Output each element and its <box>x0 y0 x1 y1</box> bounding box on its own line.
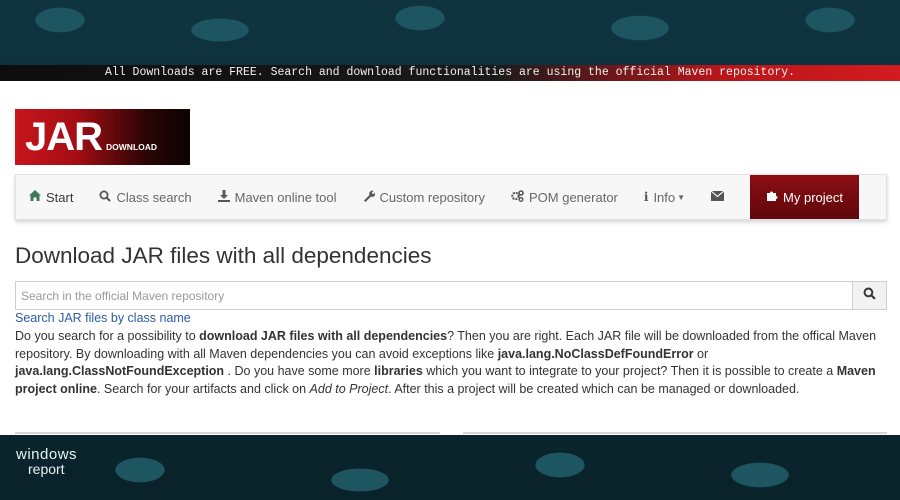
highlight-add-to-project: Add to Project <box>309 381 389 396</box>
search-button[interactable] <box>852 282 886 309</box>
web-page: JAR DOWNLOAD Start Class search Maven on… <box>0 81 900 435</box>
gears-icon <box>511 189 524 205</box>
nav-info-dropdown[interactable]: i Info ▼ <box>631 175 698 219</box>
site-logo[interactable]: JAR DOWNLOAD <box>15 109 190 165</box>
nav-info-label: Info <box>653 189 676 205</box>
nav-maven-online-tool-label: Maven online tool <box>234 189 337 205</box>
maven-search-bar <box>15 281 887 310</box>
search-icon <box>863 287 876 305</box>
panel-divider-left <box>15 432 440 434</box>
nav-my-project-button[interactable]: My project <box>750 175 860 219</box>
nav-contact[interactable] <box>698 175 742 219</box>
download-icon <box>217 189 230 205</box>
nav-pom-generator-label: POM generator <box>529 189 618 205</box>
logo-download-text: DOWNLOAD <box>106 142 158 152</box>
nav-class-search-label: Class search <box>116 189 192 205</box>
nav-pom-generator[interactable]: POM generator <box>498 175 631 219</box>
logo-jar-text: JAR <box>25 115 103 159</box>
highlight-download-jar: download JAR files with all dependencies <box>199 329 448 343</box>
search-icon <box>99 190 112 205</box>
chevron-down-icon: ▼ <box>677 192 686 202</box>
highlight-libraries: libraries <box>374 364 423 378</box>
class-name-search-link[interactable]: Search JAR files by class name <box>15 311 191 325</box>
top-banner: All Downloads are FREE. Search and downl… <box>0 65 900 81</box>
intro-paragraph: Do you search for a possibility to downl… <box>15 329 877 396</box>
envelope-icon <box>710 190 725 204</box>
highlight-noclassdeffounderror: java.lang.NoClassDefFoundError <box>497 346 694 361</box>
watermark-line2: report <box>28 461 65 477</box>
highlight-classnotfoundexception: java.lang.ClassNotFoundException <box>15 364 225 378</box>
watermark-line1: windows <box>16 446 78 463</box>
nav-custom-repository-label: Custom repository <box>379 189 485 205</box>
nav-class-search[interactable]: Class search <box>86 175 204 219</box>
panel-divider-right <box>463 432 887 434</box>
banner-text: All Downloads are FREE. Search and downl… <box>104 66 796 79</box>
maven-search-input[interactable] <box>16 282 852 309</box>
info-icon: i <box>643 190 649 204</box>
nav-start[interactable]: Start <box>16 175 86 219</box>
nav-start-label: Start <box>46 189 74 205</box>
main-navbar: Start Class search Maven online tool Cus… <box>15 174 887 220</box>
wrench-icon <box>363 190 375 205</box>
page-title: Download JAR files with all dependencies <box>15 243 432 268</box>
puzzle-icon <box>766 190 778 205</box>
nav-my-project-label: My project <box>783 189 844 205</box>
nav-maven-online-tool[interactable]: Maven online tool <box>205 175 350 219</box>
nav-custom-repository[interactable]: Custom repository <box>350 175 498 219</box>
home-icon <box>29 190 41 204</box>
windows-report-watermark: windows report <box>16 446 78 477</box>
